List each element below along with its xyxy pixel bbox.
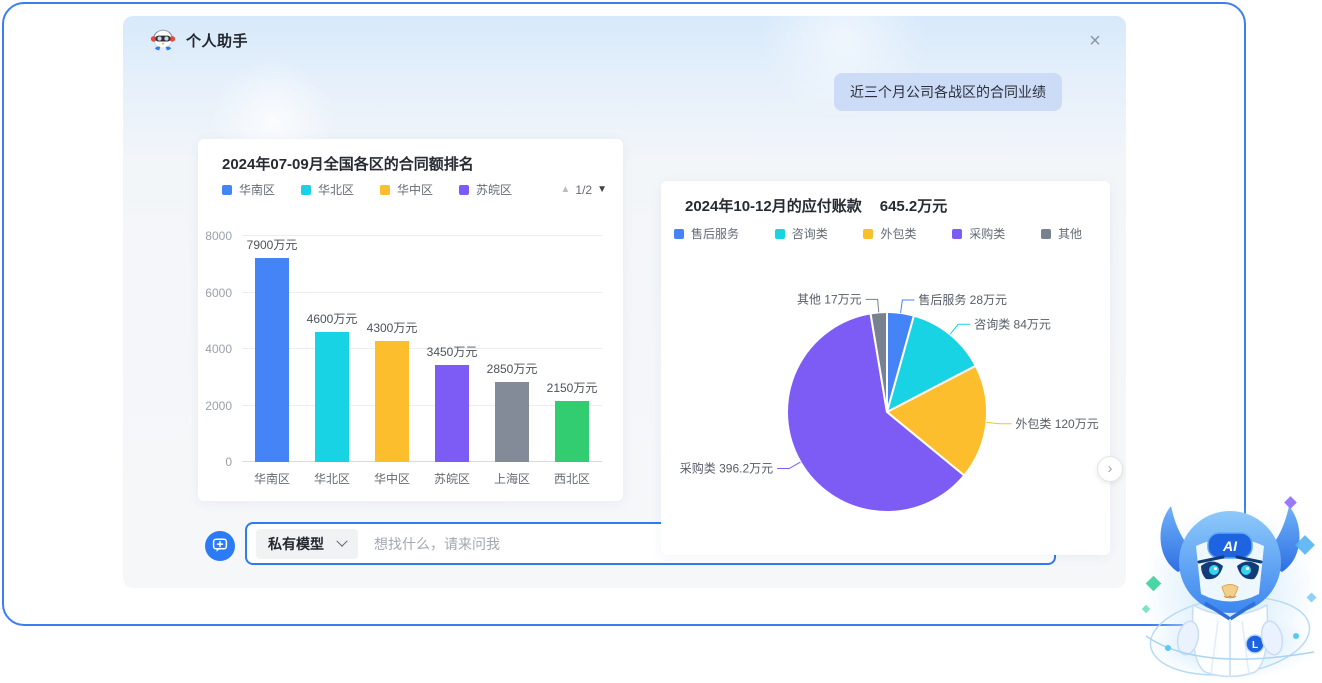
legend-label: 苏皖区 — [476, 181, 512, 198]
screen: 个人助手 × 近三个月公司各战区的合同业绩 2024年07-09月全国各区的合同… — [0, 0, 1322, 683]
new-conversation-button[interactable] — [205, 531, 235, 561]
legend-page-down-icon[interactable]: ▼ — [597, 184, 607, 195]
bar-chart-xaxis: 华南区华北区华中区苏皖区上海区西北区 — [242, 470, 602, 487]
legend-swatch — [222, 185, 232, 195]
bar-slot: 4600万元 — [302, 236, 362, 462]
x-axis-label: 华北区 — [302, 470, 362, 487]
user-message-bubble: 近三个月公司各战区的合同业绩 — [834, 73, 1062, 111]
close-button[interactable]: × — [1082, 28, 1108, 54]
legend-swatch — [380, 185, 390, 195]
comment-plus-icon — [212, 537, 228, 556]
bar-chart-bars: 7900万元 4600万元 4300万元 3450万元 2850万元 2150万元 — [242, 236, 602, 462]
x-axis-label: 华南区 — [242, 470, 302, 487]
y-axis-tick: 4000 — [205, 342, 232, 356]
legend-page-indicator: 1/2 — [575, 183, 592, 197]
bar-chart-card: 2024年07-09月全国各区的合同额排名 华南区华北区华中区苏皖区 ▲ 1/2… — [198, 139, 623, 501]
legend-label: 华北区 — [318, 181, 354, 198]
assistant-avatar-icon — [150, 27, 176, 53]
legend-swatch — [301, 185, 311, 195]
pie-callout-label: 外包类 120万元 — [1015, 417, 1098, 431]
bar-chart-yaxis: 02000400060008000 — [198, 236, 236, 462]
bar-slot: 2150万元 — [542, 236, 602, 462]
bar[interactable] — [375, 341, 409, 462]
pie-callout-label: 采购类 396.2万元 — [680, 461, 773, 476]
pie-label-line — [950, 324, 970, 334]
x-axis-label: 上海区 — [482, 470, 542, 487]
bar-value-label: 4300万元 — [367, 319, 418, 336]
pie-label-line — [986, 422, 1011, 423]
bar-slot: 4300万元 — [362, 236, 422, 462]
bar-slot: 7900万元 — [242, 236, 302, 462]
legend-swatch — [459, 185, 469, 195]
pie-callout-label: 咨询类 84万元 — [974, 316, 1051, 331]
x-axis-label: 苏皖区 — [422, 470, 482, 487]
svg-text:L: L — [1252, 640, 1258, 651]
bar-legend-item[interactable]: 华南区 — [222, 181, 275, 198]
assistant-panel: 个人助手 × 近三个月公司各战区的合同业绩 2024年07-09月全国各区的合同… — [123, 16, 1126, 588]
bar-value-label: 3450万元 — [427, 343, 478, 360]
y-axis-tick: 6000 — [205, 286, 232, 300]
bar[interactable] — [495, 382, 529, 463]
y-axis-tick: 2000 — [205, 399, 232, 413]
carousel-next-button[interactable]: › — [1097, 456, 1123, 482]
bar-value-label: 7900万元 — [247, 236, 298, 253]
legend-label: 华中区 — [397, 181, 433, 198]
bar-chart-plot: 7900万元 4600万元 4300万元 3450万元 2850万元 2150万元 — [242, 236, 602, 462]
pie-chart-card: 2024年10-12月的应付账款 645.2万元 售后服务咨询类外包类采购类其他… — [661, 181, 1110, 555]
bar-value-label: 4600万元 — [307, 310, 358, 327]
assistant-title: 个人助手 — [186, 30, 248, 51]
bar-chart-title: 2024年07-09月全国各区的合同额排名 — [222, 153, 474, 174]
bar-slot: 2850万元 — [482, 236, 542, 462]
panel-header: 个人助手 — [150, 27, 248, 53]
pie-label-line — [866, 299, 879, 312]
bar-legend-item[interactable]: 华中区 — [380, 181, 433, 198]
legend-page-up-icon[interactable]: ▲ — [561, 184, 571, 195]
y-axis-tick: 0 — [225, 455, 232, 469]
pie-label-line — [901, 300, 915, 313]
bar[interactable] — [555, 401, 589, 462]
x-axis-label: 华中区 — [362, 470, 422, 487]
bar-chart-legend: 华南区 华北区 华中区 苏皖区 — [222, 181, 512, 198]
x-axis-label: 西北区 — [542, 470, 602, 487]
bar-value-label: 2850万元 — [487, 360, 538, 377]
legend-pager: ▲ 1/2 ▼ — [561, 183, 608, 197]
model-selector-value: 私有模型 — [268, 534, 324, 554]
bar[interactable] — [255, 258, 289, 462]
legend-label: 华南区 — [239, 181, 275, 198]
bar-legend-item[interactable]: 华北区 — [301, 181, 354, 198]
bar-chart-legend-row: 华南区 华北区 华中区 苏皖区 ▲ 1/2 ▼ — [222, 181, 607, 198]
chevron-down-icon — [336, 535, 347, 546]
svg-text:AI: AI — [1222, 538, 1238, 554]
pie-label-line — [777, 462, 800, 469]
pie-chart: 售后服务 28万元咨询类 84万元外包类 120万元采购类 396.2万元 其他 … — [661, 181, 1110, 555]
pie-callout-label: 其他 17万元 — [797, 292, 862, 306]
bar-legend-item[interactable]: 苏皖区 — [459, 181, 512, 198]
model-selector[interactable]: 私有模型 — [256, 529, 358, 559]
assistant-window: 个人助手 × 近三个月公司各战区的合同业绩 2024年07-09月全国各区的合同… — [2, 2, 1246, 626]
bar-value-label: 2150万元 — [547, 379, 598, 396]
assistant-mascot: AI L — [1138, 486, 1322, 683]
bar-slot: 3450万元 — [422, 236, 482, 462]
bar[interactable] — [435, 365, 469, 462]
bar[interactable] — [315, 332, 349, 462]
pie-callout-label: 售后服务 28万元 — [918, 292, 1007, 307]
y-axis-tick: 8000 — [205, 229, 232, 243]
